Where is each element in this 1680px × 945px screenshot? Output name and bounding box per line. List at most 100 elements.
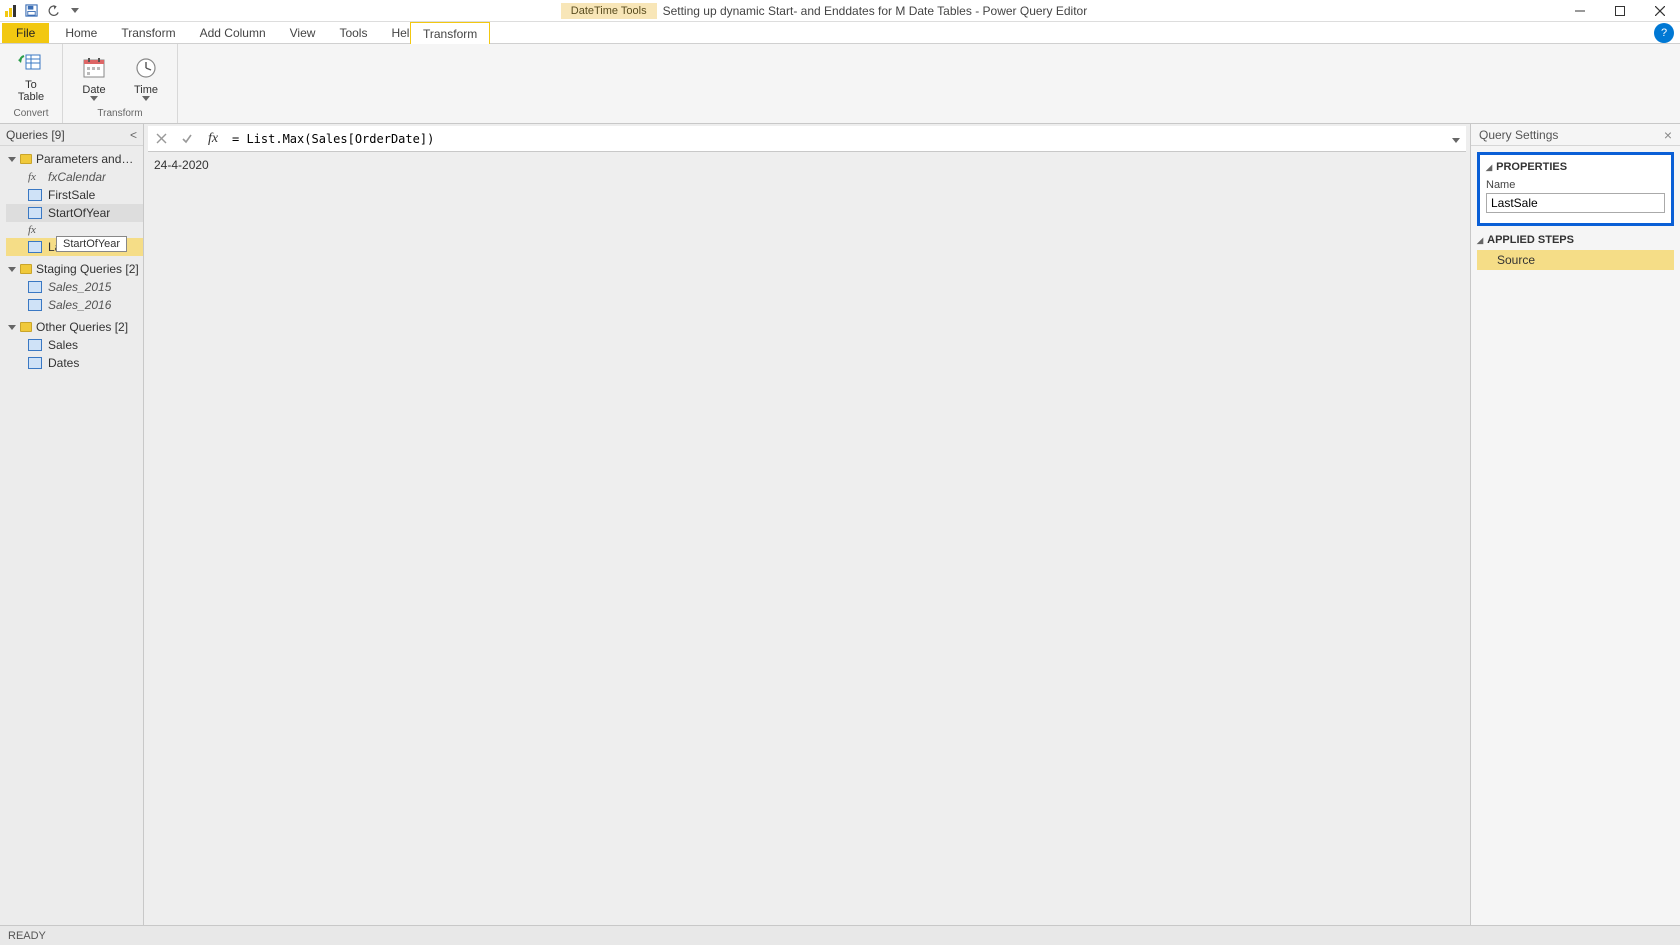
date-button[interactable]: Date <box>71 48 117 106</box>
collapse-queries-button[interactable]: < <box>130 128 137 142</box>
tree-item-label: Sales_2016 <box>48 298 111 312</box>
ribbon-group-transform: Date Time Transform <box>63 44 178 123</box>
tab-home[interactable]: Home <box>53 23 109 43</box>
caret-icon: ◢ <box>1486 163 1492 172</box>
properties-title[interactable]: ◢ PROPERTIES <box>1486 161 1665 173</box>
tree-item-sales2016[interactable]: Sales_2016 <box>6 296 143 314</box>
window-buttons <box>1560 0 1680 22</box>
save-button[interactable] <box>22 2 40 20</box>
to-table-button[interactable]: To Table <box>8 48 54 106</box>
applied-steps-list: Source <box>1477 250 1674 270</box>
tree-group-label: Staging Queries [2] <box>36 262 139 276</box>
folder-icon <box>20 322 32 332</box>
tree-group-label: Other Queries [2] <box>36 320 128 334</box>
tree-group-other: Other Queries [2] Sales Dates <box>0 316 143 374</box>
close-button[interactable] <box>1640 0 1680 22</box>
tree-item-fxcalendar[interactable]: fx fxCalendar <box>6 168 143 186</box>
query-settings-title: Query Settings <box>1479 128 1558 142</box>
formula-dropdown-button[interactable] <box>1446 132 1466 146</box>
tree-item-sales[interactable]: Sales <box>6 336 143 354</box>
query-settings-pane: Query Settings × ◢ PROPERTIES Name ◢ APP… <box>1470 124 1680 925</box>
tab-file[interactable]: File <box>2 23 49 43</box>
tree-group-header-staging[interactable]: Staging Queries [2] <box>6 260 143 278</box>
fx-button[interactable]: fx <box>200 127 226 151</box>
cancel-formula-button[interactable] <box>148 127 174 151</box>
tab-tools[interactable]: Tools <box>327 23 379 43</box>
chevron-down-icon <box>90 96 98 101</box>
tree-item-label: FirstSale <box>48 188 95 202</box>
ribbon-group-convert-label: Convert <box>13 108 48 121</box>
time-label: Time <box>134 84 158 96</box>
tree-item-firstsale[interactable]: FirstSale <box>6 186 143 204</box>
preview-value: 24-4-2020 <box>154 158 209 172</box>
fx-icon: fx <box>28 224 42 236</box>
table-icon <box>28 339 42 351</box>
table-icon <box>28 189 42 201</box>
time-button[interactable]: Time <box>123 48 169 106</box>
clock-icon <box>132 54 160 82</box>
queries-title: Queries [9] <box>6 128 65 142</box>
tree-item-dates[interactable]: Dates <box>6 354 143 372</box>
folder-icon <box>20 154 32 164</box>
tree-group-parameters: Parameters and Fu... fx fxCalendar First… <box>0 148 143 258</box>
ribbon-group-transform-label: Transform <box>97 108 142 121</box>
expand-icon <box>8 325 16 330</box>
to-table-label: To Table <box>18 80 44 103</box>
title-bar: DateTime Tools Setting up dynamic Start-… <box>0 0 1680 22</box>
main-area: Queries [9] < Parameters and Fu... fx fx… <box>0 124 1680 925</box>
tree-group-staging: Staging Queries [2] Sales_2015 Sales_201… <box>0 258 143 316</box>
close-settings-button[interactable]: × <box>1664 127 1672 143</box>
status-text: READY <box>8 930 46 942</box>
center-area: fx 24-4-2020 <box>144 124 1470 925</box>
tab-add-column[interactable]: Add Column <box>188 23 278 43</box>
ribbon-tabs: File Home Transform Add Column View Tool… <box>0 22 1680 44</box>
tree-item-label: Sales_2015 <box>48 280 111 294</box>
tree-group-header-parameters[interactable]: Parameters and Fu... <box>6 150 143 168</box>
tab-contextual-transform[interactable]: Transform <box>410 22 490 44</box>
table-icon <box>28 299 42 311</box>
app-icon <box>4 4 18 18</box>
table-icon <box>28 207 42 219</box>
accept-formula-button[interactable] <box>174 127 200 151</box>
undo-button[interactable] <box>44 2 62 20</box>
tree-group-header-other[interactable]: Other Queries [2] <box>6 318 143 336</box>
query-name-input[interactable] <box>1486 193 1665 213</box>
status-bar: READY <box>0 925 1680 945</box>
window-title: Setting up dynamic Start- and Enddates f… <box>663 4 1088 18</box>
tree-item-fx-tooltip-row[interactable]: fx StartOfYear <box>6 222 143 238</box>
formula-input[interactable] <box>226 132 1446 146</box>
table-icon <box>28 357 42 369</box>
tab-transform[interactable]: Transform <box>109 23 187 43</box>
to-table-icon <box>17 50 45 78</box>
calendar-icon <box>80 54 108 82</box>
expand-icon <box>8 267 16 272</box>
data-preview: 24-4-2020 <box>144 152 1470 925</box>
tree-item-label: Dates <box>48 356 79 370</box>
formula-bar: fx <box>148 126 1466 152</box>
tree-group-label: Parameters and Fu... <box>36 152 134 166</box>
name-label: Name <box>1486 179 1665 191</box>
tab-view[interactable]: View <box>278 23 328 43</box>
applied-steps-title[interactable]: ◢ APPLIED STEPS <box>1477 234 1674 246</box>
applied-steps-block: ◢ APPLIED STEPS Source <box>1477 234 1674 270</box>
tree-item-sales2015[interactable]: Sales_2015 <box>6 278 143 296</box>
tree-item-label: fxCalendar <box>48 170 106 184</box>
tooltip: StartOfYear <box>56 236 127 252</box>
step-source[interactable]: Source <box>1477 250 1674 270</box>
table-icon <box>28 241 42 253</box>
table-icon <box>28 281 42 293</box>
minimize-button[interactable] <box>1560 0 1600 22</box>
folder-icon <box>20 264 32 274</box>
queries-pane: Queries [9] < Parameters and Fu... fx fx… <box>0 124 144 925</box>
queries-header: Queries [9] < <box>0 124 143 146</box>
contextual-tab-label: DateTime Tools <box>561 3 657 19</box>
ribbon-help-button[interactable]: ? <box>1654 23 1674 43</box>
fx-icon: fx <box>28 171 42 183</box>
tree-item-startofyear[interactable]: StartOfYear <box>6 204 143 222</box>
tree-item-label: StartOfYear <box>48 206 110 220</box>
qat-dropdown[interactable] <box>66 2 84 20</box>
tree-item-label: Sales <box>48 338 78 352</box>
query-settings-header: Query Settings × <box>1471 124 1680 146</box>
caret-icon: ◢ <box>1477 236 1483 245</box>
maximize-button[interactable] <box>1600 0 1640 22</box>
